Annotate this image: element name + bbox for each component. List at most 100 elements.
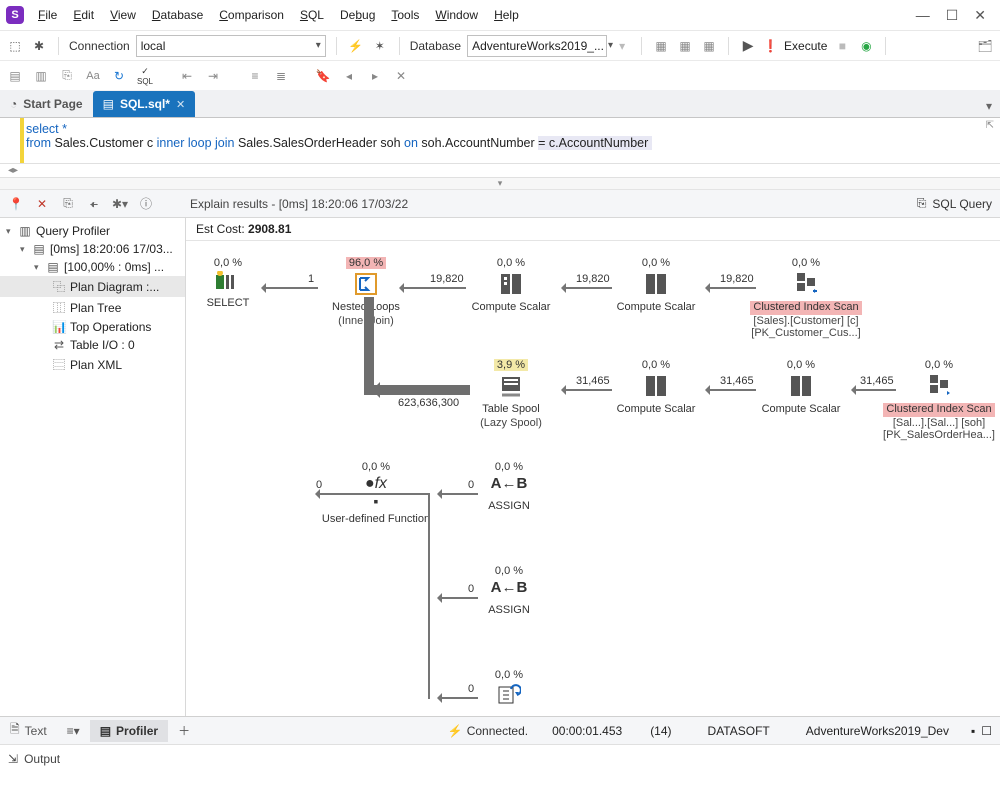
db1-icon[interactable]: ▦ bbox=[652, 37, 670, 55]
window-controls: — ☐ ✕ bbox=[916, 7, 994, 24]
layout-1-icon[interactable]: ▪ bbox=[971, 724, 975, 738]
history-icon[interactable]: 🗂 bbox=[976, 37, 994, 55]
settings-dd-icon[interactable]: ✱▾ bbox=[112, 197, 128, 211]
tree-root[interactable]: ▾▥Query Profiler bbox=[0, 222, 185, 240]
maximize-icon[interactable]: ☐ bbox=[946, 7, 959, 24]
edge-ref bbox=[438, 697, 478, 699]
sql-check-icon[interactable]: ✓SQL bbox=[136, 67, 154, 85]
minimize-icon[interactable]: — bbox=[916, 7, 930, 24]
execute-icon[interactable]: ▶ bbox=[739, 37, 757, 55]
database-combo[interactable]: AdventureWorks2019_... ▾ bbox=[467, 35, 607, 57]
tree-plan-xml[interactable]: ⿳Plan XML bbox=[0, 354, 185, 375]
menu-view[interactable]: View bbox=[104, 4, 142, 26]
t2-icon-2[interactable]: ▥ bbox=[32, 67, 50, 85]
tab-sql[interactable]: ▤ SQL.sql* ✕ bbox=[93, 91, 196, 117]
t2-icon-5[interactable]: ≡ bbox=[246, 67, 264, 85]
op-compute-scalar-1[interactable]: 0,0 % Compute Scalar bbox=[461, 257, 561, 315]
off-icon[interactable]: ◐ bbox=[86, 197, 102, 211]
bookmark-next-icon[interactable]: ▸ bbox=[366, 67, 384, 85]
op-clustered-scan-2[interactable]: 0,0 % Clustered Index Scan [Sal...].[Sal… bbox=[879, 359, 999, 441]
tab-start-page[interactable]: ◔ Start Page bbox=[0, 91, 93, 117]
edge-tspool-cs3 bbox=[562, 389, 612, 391]
info-icon[interactable]: ⓘ bbox=[138, 195, 154, 212]
bottom-tab-add[interactable]: ＋ bbox=[168, 718, 200, 743]
outdent-icon[interactable]: ⇥ bbox=[204, 67, 222, 85]
menu-comparison[interactable]: Comparison bbox=[213, 4, 290, 26]
edge-cs1-cs2 bbox=[562, 287, 612, 289]
connection-combo[interactable]: local ▾ bbox=[136, 35, 326, 57]
edge-select-nloop bbox=[262, 287, 318, 289]
edge-assign2 bbox=[438, 597, 478, 599]
op-compute-scalar-3[interactable]: 0,0 % Compute Scalar bbox=[606, 359, 706, 417]
menu-help[interactable]: Help bbox=[488, 4, 525, 26]
start-page-icon: ◔ bbox=[10, 97, 17, 111]
op-compute-scalar-2[interactable]: 0,0 % Compute Scalar bbox=[606, 257, 706, 315]
bookmark-clear-icon[interactable]: ✕ bbox=[392, 67, 410, 85]
t2-icon-3[interactable]: ⎘ bbox=[58, 67, 76, 85]
bottom-tab-text[interactable]: 🗎Text bbox=[0, 716, 57, 745]
bottom-tab-profiler[interactable]: ▤Profiler bbox=[90, 720, 168, 742]
splitter[interactable]: ▾ bbox=[0, 178, 1000, 190]
copy-icon[interactable]: ⎘ bbox=[60, 196, 76, 211]
db2-icon[interactable]: ▦ bbox=[676, 37, 694, 55]
tab-overflow-icon[interactable]: ▾ bbox=[978, 95, 1000, 117]
op-assign-1[interactable]: 0,0 % A←B ASSIGN bbox=[474, 461, 544, 514]
indent-icon[interactable]: ⇤ bbox=[178, 67, 196, 85]
tree-plan-tree[interactable]: ⿲Plan Tree bbox=[0, 297, 185, 318]
db3-icon[interactable]: ▦ bbox=[700, 37, 718, 55]
edge-label-9: 0 bbox=[316, 479, 322, 491]
scroll-up-icon[interactable]: ⇱ bbox=[986, 120, 994, 131]
bottom-tab-sep[interactable]: ≡▾ bbox=[57, 720, 90, 742]
t2-icon-6[interactable]: ≣ bbox=[272, 67, 290, 85]
menu-tools[interactable]: Tools bbox=[385, 4, 425, 26]
tab-start-label: Start Page bbox=[23, 97, 82, 111]
menu-file[interactable]: File bbox=[32, 4, 63, 26]
output-label[interactable]: Output bbox=[24, 752, 60, 766]
refresh-icon[interactable]: ↻ bbox=[110, 67, 128, 85]
tree-run[interactable]: ▾▤[0ms] 18:20:06 17/03... bbox=[0, 240, 185, 258]
tree-table-io[interactable]: ⇄Table I/O : 0 bbox=[0, 336, 185, 354]
db-dd-icon[interactable]: ▾ bbox=[613, 37, 631, 55]
layout-2-icon[interactable]: ☐ bbox=[981, 724, 992, 738]
op-ref[interactable]: 0,0 % bbox=[474, 669, 544, 705]
pin-icon[interactable]: 📍 bbox=[8, 197, 24, 211]
plan-diagram-canvas[interactable]: 0,0 % SELECT 96,0 % Nested Loops (Inner … bbox=[186, 241, 1000, 716]
tree-pct[interactable]: ▾▤[100,00% : 0ms] ... bbox=[0, 258, 185, 276]
menu-database[interactable]: Database bbox=[146, 4, 209, 26]
database-label: Database bbox=[410, 39, 461, 53]
t2-icon-4[interactable]: Aa bbox=[84, 67, 102, 85]
op-compute-scalar-4[interactable]: 0,0 % Compute Scalar bbox=[751, 359, 851, 417]
check-icon[interactable]: ◉ bbox=[857, 37, 875, 55]
est-cost-bar: Est Cost: 2908.81 bbox=[186, 218, 1000, 241]
unplug-icon[interactable]: ✶ bbox=[371, 37, 389, 55]
profiler-icon: ▤ bbox=[100, 724, 111, 738]
close-icon[interactable]: ✕ bbox=[974, 7, 986, 24]
delete-icon[interactable]: ✕ bbox=[34, 197, 50, 211]
t2-icon-1[interactable]: ▤ bbox=[6, 67, 24, 85]
menu-debug[interactable]: Debug bbox=[334, 4, 381, 26]
menu-edit[interactable]: Edit bbox=[67, 4, 100, 26]
bookmark-prev-icon[interactable]: ◂ bbox=[340, 67, 358, 85]
sql-editor[interactable]: select * from Sales.Customer c inner loo… bbox=[0, 118, 1000, 164]
bookmark-icon[interactable]: 🔖 bbox=[314, 67, 332, 85]
op-assign-2[interactable]: 0,0 % A←B ASSIGN bbox=[474, 565, 544, 618]
tab-sql-label: SQL.sql* bbox=[120, 97, 170, 111]
execute-button[interactable]: Execute bbox=[784, 39, 827, 53]
menu-sql[interactable]: SQL bbox=[294, 4, 330, 26]
menu-window[interactable]: Window bbox=[429, 4, 484, 26]
stop-flag-icon[interactable]: ❗ bbox=[763, 39, 778, 53]
op-clustered-scan-1[interactable]: 0,0 % Clustered Index Scan [Sales].[Cust… bbox=[741, 257, 871, 339]
tree-top-ops[interactable]: 📊Top Operations bbox=[0, 318, 185, 336]
tree-plan-diagram[interactable]: ⿻Plan Diagram :... bbox=[0, 276, 185, 297]
op-select[interactable]: 0,0 % SELECT bbox=[198, 257, 258, 311]
new-connection-icon[interactable]: ⬚ bbox=[6, 37, 24, 55]
stop-icon[interactable]: ■ bbox=[833, 37, 851, 55]
sql-query-button[interactable]: SQL Query bbox=[932, 197, 992, 211]
caret-right-icon[interactable]: ◂▸ bbox=[8, 165, 18, 176]
edge-label-4: 19,820 bbox=[720, 273, 754, 285]
plug-icon[interactable]: ⚡ bbox=[347, 37, 365, 55]
tab-close-icon[interactable]: ✕ bbox=[176, 98, 185, 111]
op-table-spool[interactable]: 3,9 % Table Spool (Lazy Spool) bbox=[461, 359, 561, 429]
config-icon[interactable]: ✱ bbox=[30, 37, 48, 55]
chevron-down-icon: ▾ bbox=[316, 40, 321, 51]
